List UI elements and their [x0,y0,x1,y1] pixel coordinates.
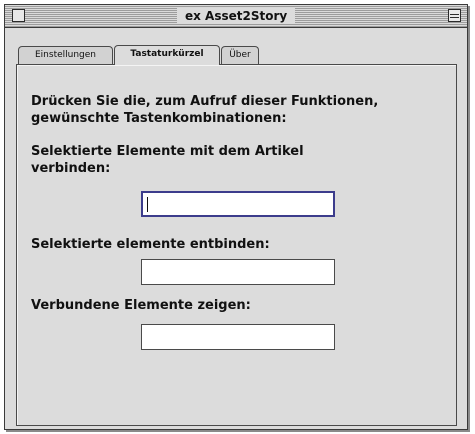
tab-einstellungen[interactable]: Einstellungen [18,46,113,64]
show-linked-shortcut-field[interactable] [141,324,335,350]
close-box-icon[interactable] [12,9,25,22]
text-cursor [147,197,148,212]
intro-text-line-2: gewünschte Tastenkombinationen: [31,111,287,126]
intro-text-line-1: Drücken Sie die, zum Aufruf dieser Funkt… [31,94,379,109]
tab-tastaturkuerzel[interactable]: Tastaturkürzel [114,45,220,65]
window-title: ex Asset2Story [177,8,296,24]
link-shortcut-field[interactable] [141,191,335,217]
page: ex Asset2Story Einstellungen Tastaturkür… [0,0,475,434]
title-bar[interactable]: ex Asset2Story [5,5,467,28]
link-shortcut-label-line-1: Selektierte Elemente mit dem Artikel [31,144,304,159]
dialog-window: ex Asset2Story Einstellungen Tastaturkür… [4,4,468,430]
shortcuts-panel: Drücken Sie die, zum Aufruf dieser Funkt… [16,64,457,426]
link-shortcut-label-line-2: verbinden: [31,161,111,176]
tab-ueber[interactable]: Über [221,46,259,64]
unlink-shortcut-field[interactable] [141,259,335,285]
show-linked-shortcut-label: Verbundene Elemente zeigen: [31,298,251,313]
collapse-box-icon[interactable] [448,9,461,22]
unlink-shortcut-label: Selektierte elemente entbinden: [31,237,270,252]
